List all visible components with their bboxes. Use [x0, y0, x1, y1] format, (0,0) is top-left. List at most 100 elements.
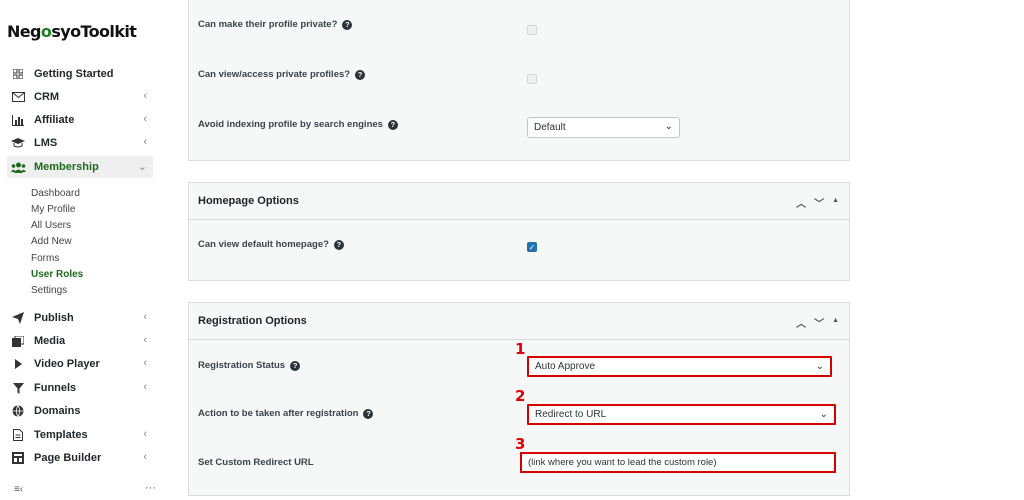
- annotation-marker-1: 1: [515, 340, 526, 358]
- chevron-down-icon: ⌄: [664, 121, 673, 132]
- sidebar-item-templates[interactable]: Templates ‹: [7, 424, 153, 446]
- move-up-icon[interactable]: ︿: [796, 315, 806, 330]
- submenu-my-profile[interactable]: My Profile: [31, 204, 75, 215]
- funnel-icon: [10, 381, 26, 395]
- sidebar-item-label: LMS: [34, 137, 58, 149]
- row-make-profile-private: Can make their profile private? ?: [198, 19, 353, 30]
- more-options-icon[interactable]: ···: [145, 482, 156, 494]
- sidebar-item-membership[interactable]: Membership ⌄: [7, 156, 153, 178]
- move-down-icon[interactable]: ﹀: [814, 315, 824, 330]
- view-private-profiles-checkbox[interactable]: [527, 74, 537, 84]
- sidebar-item-domains[interactable]: Domains: [7, 400, 153, 422]
- brand-logo[interactable]: NegosyoToolkit: [7, 22, 137, 41]
- sidebar-item-label: CRM: [34, 91, 60, 103]
- logo-text-1: Neg: [7, 22, 42, 41]
- collapse-menu-icon[interactable]: ≡‹: [14, 484, 23, 495]
- chevron-left-icon: ‹: [143, 451, 147, 463]
- sidebar-item-lms[interactable]: LMS ‹: [7, 132, 153, 154]
- globe-icon: [10, 404, 26, 418]
- select-value: Default: [534, 122, 566, 133]
- chevron-left-icon: ‹: [143, 334, 147, 346]
- sidebar-item-label: Page Builder: [34, 452, 102, 464]
- sidebar-item-getting-started[interactable]: Getting Started: [7, 63, 153, 85]
- sidebar: NegosyoToolkit Getting Started CRM ‹ Aff…: [0, 0, 158, 500]
- row-label: Registration Status: [198, 360, 286, 371]
- submenu-add-new[interactable]: Add New: [31, 236, 72, 247]
- chevron-left-icon: ‹: [143, 113, 147, 125]
- sidebar-item-label: Membership: [34, 161, 99, 173]
- page-builder-icon: [10, 451, 26, 465]
- toggle-panel-icon[interactable]: ▲: [832, 197, 839, 210]
- chevron-down-icon: ⌄: [815, 361, 824, 372]
- select-value: Auto Approve: [535, 361, 596, 372]
- input-value: (link where you want to lead the custom …: [528, 457, 717, 468]
- row-custom-redirect-url: Set Custom Redirect URL: [198, 457, 314, 468]
- graduation-cap-icon: [10, 136, 26, 150]
- panel-header: Homepage Options ︿ ﹀ ▲: [189, 183, 849, 220]
- homepage-options-panel: Homepage Options ︿ ﹀ ▲ Can view default …: [188, 182, 850, 281]
- submenu-forms[interactable]: Forms: [31, 253, 59, 264]
- toggle-panel-icon[interactable]: ▲: [832, 317, 839, 330]
- chevron-left-icon: ‹: [143, 381, 147, 393]
- chevron-down-icon: ⌄: [819, 409, 828, 420]
- make-profile-private-checkbox[interactable]: [527, 25, 537, 35]
- row-view-private-profiles: Can view/access private profiles? ?: [198, 69, 366, 80]
- bar-chart-icon: [10, 113, 26, 127]
- profile-options-panel: Can make their profile private? ? Can vi…: [188, 0, 850, 161]
- chevron-left-icon: ‹: [143, 428, 147, 440]
- logo-text-2: o: [40, 22, 52, 41]
- mail-icon: [10, 90, 26, 104]
- sidebar-item-media[interactable]: Media ‹: [7, 330, 153, 352]
- sidebar-item-label: Affiliate: [34, 114, 75, 126]
- row-registration-status: Registration Status ?: [198, 360, 301, 371]
- row-label: Avoid indexing profile by search engines: [198, 119, 383, 130]
- move-up-icon[interactable]: ︿: [796, 195, 806, 210]
- sidebar-item-video-player[interactable]: Video Player ‹: [7, 353, 153, 375]
- sidebar-item-funnels[interactable]: Funnels ‹: [7, 377, 153, 399]
- sidebar-item-affiliate[interactable]: Affiliate ‹: [7, 109, 153, 131]
- submenu-dashboard[interactable]: Dashboard: [31, 188, 80, 199]
- help-icon[interactable]: ?: [355, 69, 366, 80]
- row-action-after-registration: Action to be taken after registration ?: [198, 408, 374, 419]
- sidebar-item-label: Publish: [34, 312, 74, 324]
- annotation-marker-3: 3: [515, 435, 526, 453]
- help-icon[interactable]: ?: [363, 408, 374, 419]
- help-icon[interactable]: ?: [290, 360, 301, 371]
- panel-controls: ︿ ﹀ ▲: [796, 315, 839, 330]
- row-avoid-indexing: Avoid indexing profile by search engines…: [198, 119, 398, 130]
- chevron-left-icon: ‹: [143, 90, 147, 102]
- help-icon[interactable]: ?: [333, 239, 344, 250]
- annotation-marker-2: 2: [515, 387, 526, 405]
- sidebar-item-label: Domains: [34, 405, 81, 417]
- row-label: Can view/access private profiles?: [198, 69, 351, 80]
- document-icon: [10, 428, 26, 442]
- sidebar-item-publish[interactable]: Publish ‹: [7, 307, 153, 329]
- sidebar-item-label: Video Player: [34, 358, 100, 370]
- sidebar-item-label: Media: [34, 335, 66, 347]
- help-icon[interactable]: ?: [387, 119, 398, 130]
- sidebar-item-label: Getting Started: [34, 68, 114, 80]
- panel-title: Registration Options: [198, 315, 307, 327]
- submenu-settings[interactable]: Settings: [31, 285, 67, 296]
- sidebar-item-page-builder[interactable]: Page Builder ‹: [7, 447, 153, 469]
- help-icon[interactable]: ?: [342, 19, 353, 30]
- logo-text-3: syoToolkit: [51, 22, 137, 41]
- row-label: Set Custom Redirect URL: [198, 457, 314, 468]
- panel-controls: ︿ ﹀ ▲: [796, 195, 839, 210]
- submenu-user-roles[interactable]: User Roles: [31, 269, 83, 280]
- sidebar-item-label: Funnels: [34, 382, 77, 394]
- registration-status-select[interactable]: Auto Approve ⌄: [527, 356, 832, 377]
- chevron-down-icon: ⌄: [137, 161, 147, 173]
- custom-redirect-url-input[interactable]: (link where you want to lead the custom …: [520, 452, 836, 473]
- chevron-left-icon: ‹: [143, 357, 147, 369]
- panel-header: Registration Options ︿ ﹀ ▲: [189, 303, 849, 340]
- grid-icon: [10, 67, 26, 81]
- submenu-all-users[interactable]: All Users: [31, 220, 71, 231]
- sidebar-item-label: Templates: [34, 429, 88, 441]
- avoid-indexing-select[interactable]: Default ⌄: [527, 117, 680, 138]
- media-icon: [10, 334, 26, 348]
- sidebar-item-crm[interactable]: CRM ‹: [7, 86, 153, 108]
- move-down-icon[interactable]: ﹀: [814, 195, 824, 210]
- action-after-registration-select[interactable]: Redirect to URL ⌄: [527, 404, 836, 425]
- view-default-homepage-checkbox[interactable]: ✓: [527, 242, 537, 252]
